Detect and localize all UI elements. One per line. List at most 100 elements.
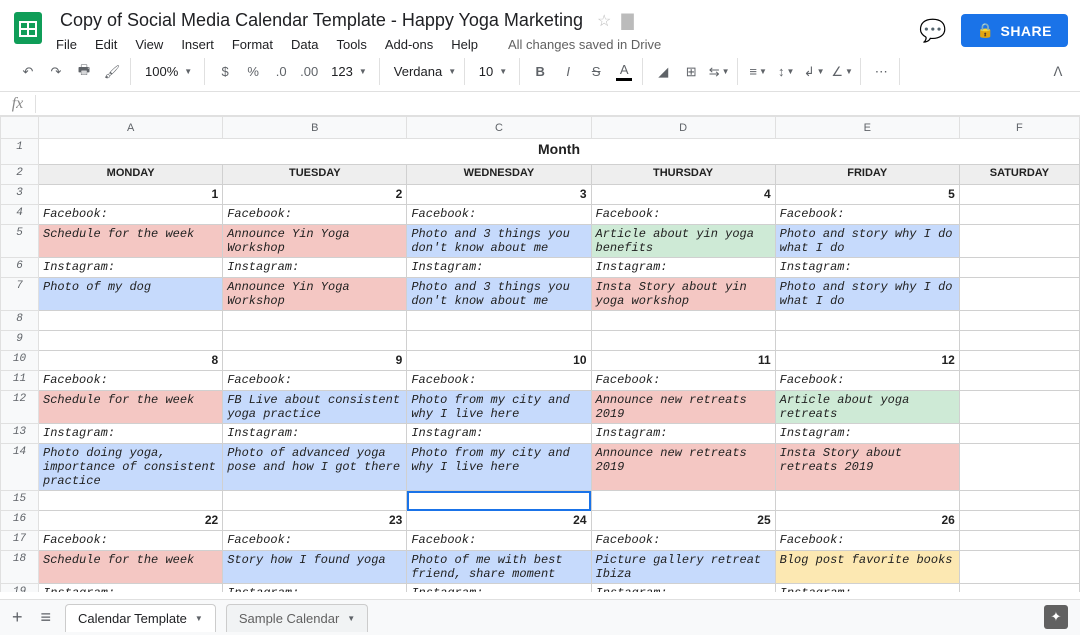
cell[interactable]: Photo and 3 things you don't know about … [407, 278, 591, 311]
cell[interactable] [959, 371, 1079, 391]
cell[interactable]: Instagram: [407, 258, 591, 278]
increase-decimal-icon[interactable]: .00 [297, 60, 321, 84]
sheet-tab-calendar-template[interactable]: Calendar Template▼ [65, 604, 216, 632]
font-select[interactable]: Verdana▼ [388, 64, 458, 79]
cell[interactable]: Facebook: [591, 531, 775, 551]
currency-icon[interactable]: $ [213, 60, 237, 84]
cell[interactable] [959, 424, 1079, 444]
row-header[interactable]: 17 [1, 531, 39, 551]
cell[interactable]: 25 [591, 511, 775, 531]
cell[interactable]: FRIDAY [775, 165, 959, 185]
cell[interactable]: 8 [39, 351, 223, 371]
cell[interactable]: Instagram: [775, 258, 959, 278]
borders-icon[interactable]: ⊞ [679, 60, 703, 84]
row-header[interactable]: 13 [1, 424, 39, 444]
spreadsheet-grid[interactable]: A B C D E F 1Month 2 MONDAY TUESDAY WEDN… [0, 116, 1080, 592]
cell[interactable] [39, 331, 223, 351]
cell[interactable] [591, 331, 775, 351]
cell[interactable]: Facebook: [775, 531, 959, 551]
row-header[interactable]: 16 [1, 511, 39, 531]
cell[interactable]: Instagram: [591, 424, 775, 444]
menu-addons[interactable]: Add-ons [385, 37, 433, 52]
cell-month[interactable]: Month [39, 139, 1080, 165]
cell[interactable]: Facebook: [591, 205, 775, 225]
cell[interactable]: SATURDAY [959, 165, 1079, 185]
cell[interactable]: Photo and story why I do what I do [775, 278, 959, 311]
move-folder-icon[interactable]: ▇ [621, 11, 633, 31]
row-header[interactable]: 1 [1, 139, 39, 165]
cell[interactable]: 11 [591, 351, 775, 371]
cell[interactable]: Instagram: [223, 258, 407, 278]
row-header[interactable]: 4 [1, 205, 39, 225]
percent-icon[interactable]: % [241, 60, 265, 84]
cell[interactable] [959, 311, 1079, 331]
cell[interactable]: 5 [775, 185, 959, 205]
cell[interactable]: Instagram: [407, 424, 591, 444]
menu-insert[interactable]: Insert [181, 37, 214, 52]
menu-tools[interactable]: Tools [336, 37, 366, 52]
cell[interactable] [39, 491, 223, 511]
cell[interactable]: 4 [591, 185, 775, 205]
cell[interactable]: 26 [775, 511, 959, 531]
cell[interactable]: WEDNESDAY [407, 165, 591, 185]
cell[interactable]: Instagram: [775, 584, 959, 593]
all-sheets-icon[interactable]: ≡ [37, 603, 56, 632]
tab-menu-icon[interactable]: ▼ [195, 614, 203, 623]
cell[interactable]: Facebook: [407, 531, 591, 551]
cell[interactable]: Instagram: [223, 424, 407, 444]
cell[interactable]: Schedule for the week [39, 391, 223, 424]
cell[interactable]: Facebook: [223, 531, 407, 551]
select-all-corner[interactable] [1, 117, 39, 139]
cell[interactable] [407, 331, 591, 351]
cell[interactable]: Announce Yin Yoga Workshop [223, 225, 407, 258]
cell[interactable] [591, 311, 775, 331]
row-header[interactable]: 8 [1, 311, 39, 331]
cell[interactable]: Photo and story why I do what I do [775, 225, 959, 258]
cell[interactable]: Insta Story about retreats 2019 [775, 444, 959, 491]
cell[interactable]: MONDAY [39, 165, 223, 185]
paint-format-icon[interactable]: 🖌 [100, 60, 124, 84]
menu-file[interactable]: File [56, 37, 77, 52]
row-header[interactable]: 11 [1, 371, 39, 391]
cell[interactable] [959, 205, 1079, 225]
cell[interactable]: Article about yin yoga benefits [591, 225, 775, 258]
cell[interactable]: Facebook: [223, 205, 407, 225]
menu-data[interactable]: Data [291, 37, 318, 52]
cell[interactable]: Instagram: [775, 424, 959, 444]
sheets-logo[interactable] [8, 8, 48, 48]
cell[interactable]: Instagram: [39, 424, 223, 444]
cell[interactable] [959, 531, 1079, 551]
decrease-decimal-icon[interactable]: .0 [269, 60, 293, 84]
print-icon[interactable]: 🖶 [72, 60, 96, 84]
row-header[interactable]: 2 [1, 165, 39, 185]
cell[interactable] [959, 331, 1079, 351]
cell[interactable]: Photo of my dog [39, 278, 223, 311]
row-header[interactable]: 12 [1, 391, 39, 424]
row-header[interactable]: 9 [1, 331, 39, 351]
cell[interactable]: 2 [223, 185, 407, 205]
col-header-b[interactable]: B [223, 117, 407, 139]
cell[interactable]: Facebook: [407, 371, 591, 391]
cell-selected[interactable] [407, 491, 591, 511]
cell[interactable]: Photo from my city and why I live here [407, 391, 591, 424]
v-align-icon[interactable]: ↕▼ [774, 60, 798, 84]
strikethrough-icon[interactable]: S [584, 60, 608, 84]
explore-icon[interactable]: ✦ [1044, 605, 1068, 629]
cell[interactable]: 23 [223, 511, 407, 531]
text-color-icon[interactable]: A [612, 60, 636, 84]
cell[interactable]: 22 [39, 511, 223, 531]
zoom-select[interactable]: 100%▼ [139, 64, 198, 79]
cell[interactable]: Facebook: [223, 371, 407, 391]
cell[interactable]: Facebook: [39, 205, 223, 225]
row-header[interactable]: 7 [1, 278, 39, 311]
cell[interactable] [39, 311, 223, 331]
cell[interactable]: Announce Yin Yoga Workshop [223, 278, 407, 311]
cell[interactable]: Photo and 3 things you don't know about … [407, 225, 591, 258]
cell[interactable]: Facebook: [407, 205, 591, 225]
cell[interactable]: FB Live about consistent yoga practice [223, 391, 407, 424]
h-align-icon[interactable]: ≡▼ [746, 60, 770, 84]
cell[interactable] [591, 491, 775, 511]
row-header[interactable]: 3 [1, 185, 39, 205]
row-header[interactable]: 6 [1, 258, 39, 278]
cell[interactable]: Announce new retreats 2019 [591, 444, 775, 491]
